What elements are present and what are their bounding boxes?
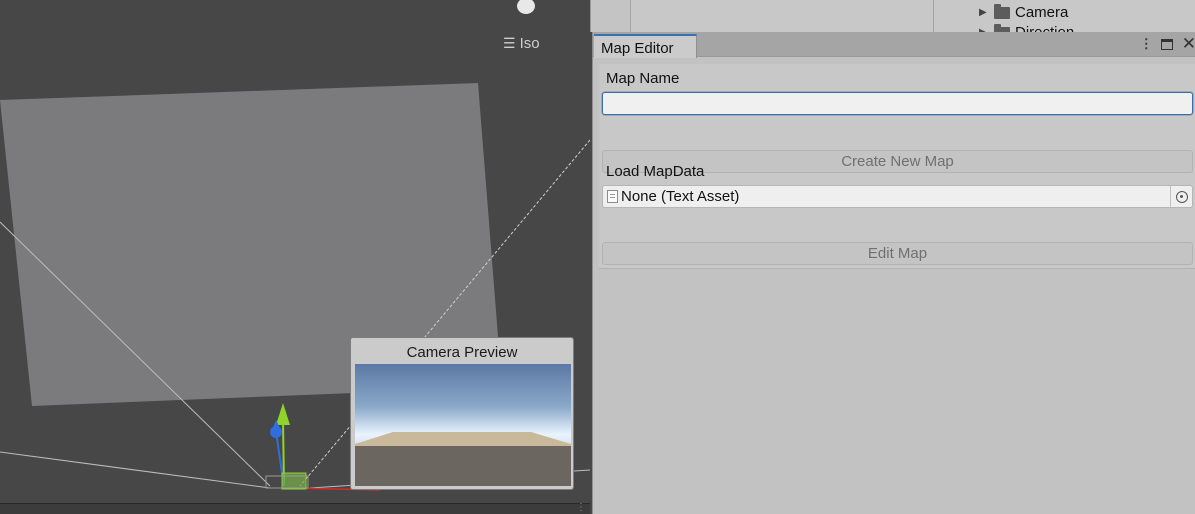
editor-content: Map Name Create New Map Load MapData Non… [599,64,1195,269]
map-name-input[interactable] [602,92,1193,115]
folder-icon [994,3,1010,19]
object-picker-button[interactable] [1170,186,1192,207]
map-name-label: Map Name [606,70,680,87]
window-controls: ⋮ ✕ [1140,35,1195,52]
expand-arrow-icon[interactable]: ▶ [979,7,989,18]
mapdata-object-field[interactable]: None (Text Asset) [602,185,1193,208]
target-icon [1175,190,1188,203]
hierarchy-item-label: Camera [1015,4,1069,21]
background-panel [630,0,933,32]
projection-label: Iso [519,35,540,52]
scene-status-bar: ⋮ [0,502,590,514]
projection-toggle[interactable]: ☰ Iso [503,35,540,52]
hamburger-icon: ☰ [503,35,516,51]
map-editor-window: Map Editor ⋮ ✕ Map Name Create New Map L… [592,32,1195,514]
kebab-menu-icon[interactable]: ⋮ [1140,36,1153,52]
camera-gizmo-icon [281,472,307,490]
tab-bar: Map Editor ⋮ ✕ [593,32,1195,58]
scene-view[interactable]: ☰ Iso Camera Preview ⋮ [0,0,590,514]
tab-map-editor[interactable]: Map Editor [594,34,697,58]
close-icon[interactable]: ✕ [1182,35,1195,52]
maximize-icon[interactable] [1160,38,1173,50]
hierarchy-item-direction[interactable]: ▶ Direction [979,23,1074,32]
hierarchy-panel[interactable]: ▶ Camera ▶ Direction [933,0,1195,32]
camera-preview: Camera Preview [350,337,574,490]
camera-preview-image [355,364,571,486]
hierarchy-item-label: Direction [1015,24,1074,32]
text-asset-icon [607,190,618,203]
load-mapdata-label: Load MapData [606,163,705,180]
edit-map-button[interactable]: Edit Map [602,242,1193,265]
camera-preview-title: Camera Preview [406,344,518,361]
hierarchy-item-camera[interactable]: ▶ Camera [979,3,1069,21]
more-icon[interactable]: ⋮ [576,502,586,513]
panel-divider [590,0,630,32]
mapdata-object-value: None (Text Asset) [621,188,740,205]
